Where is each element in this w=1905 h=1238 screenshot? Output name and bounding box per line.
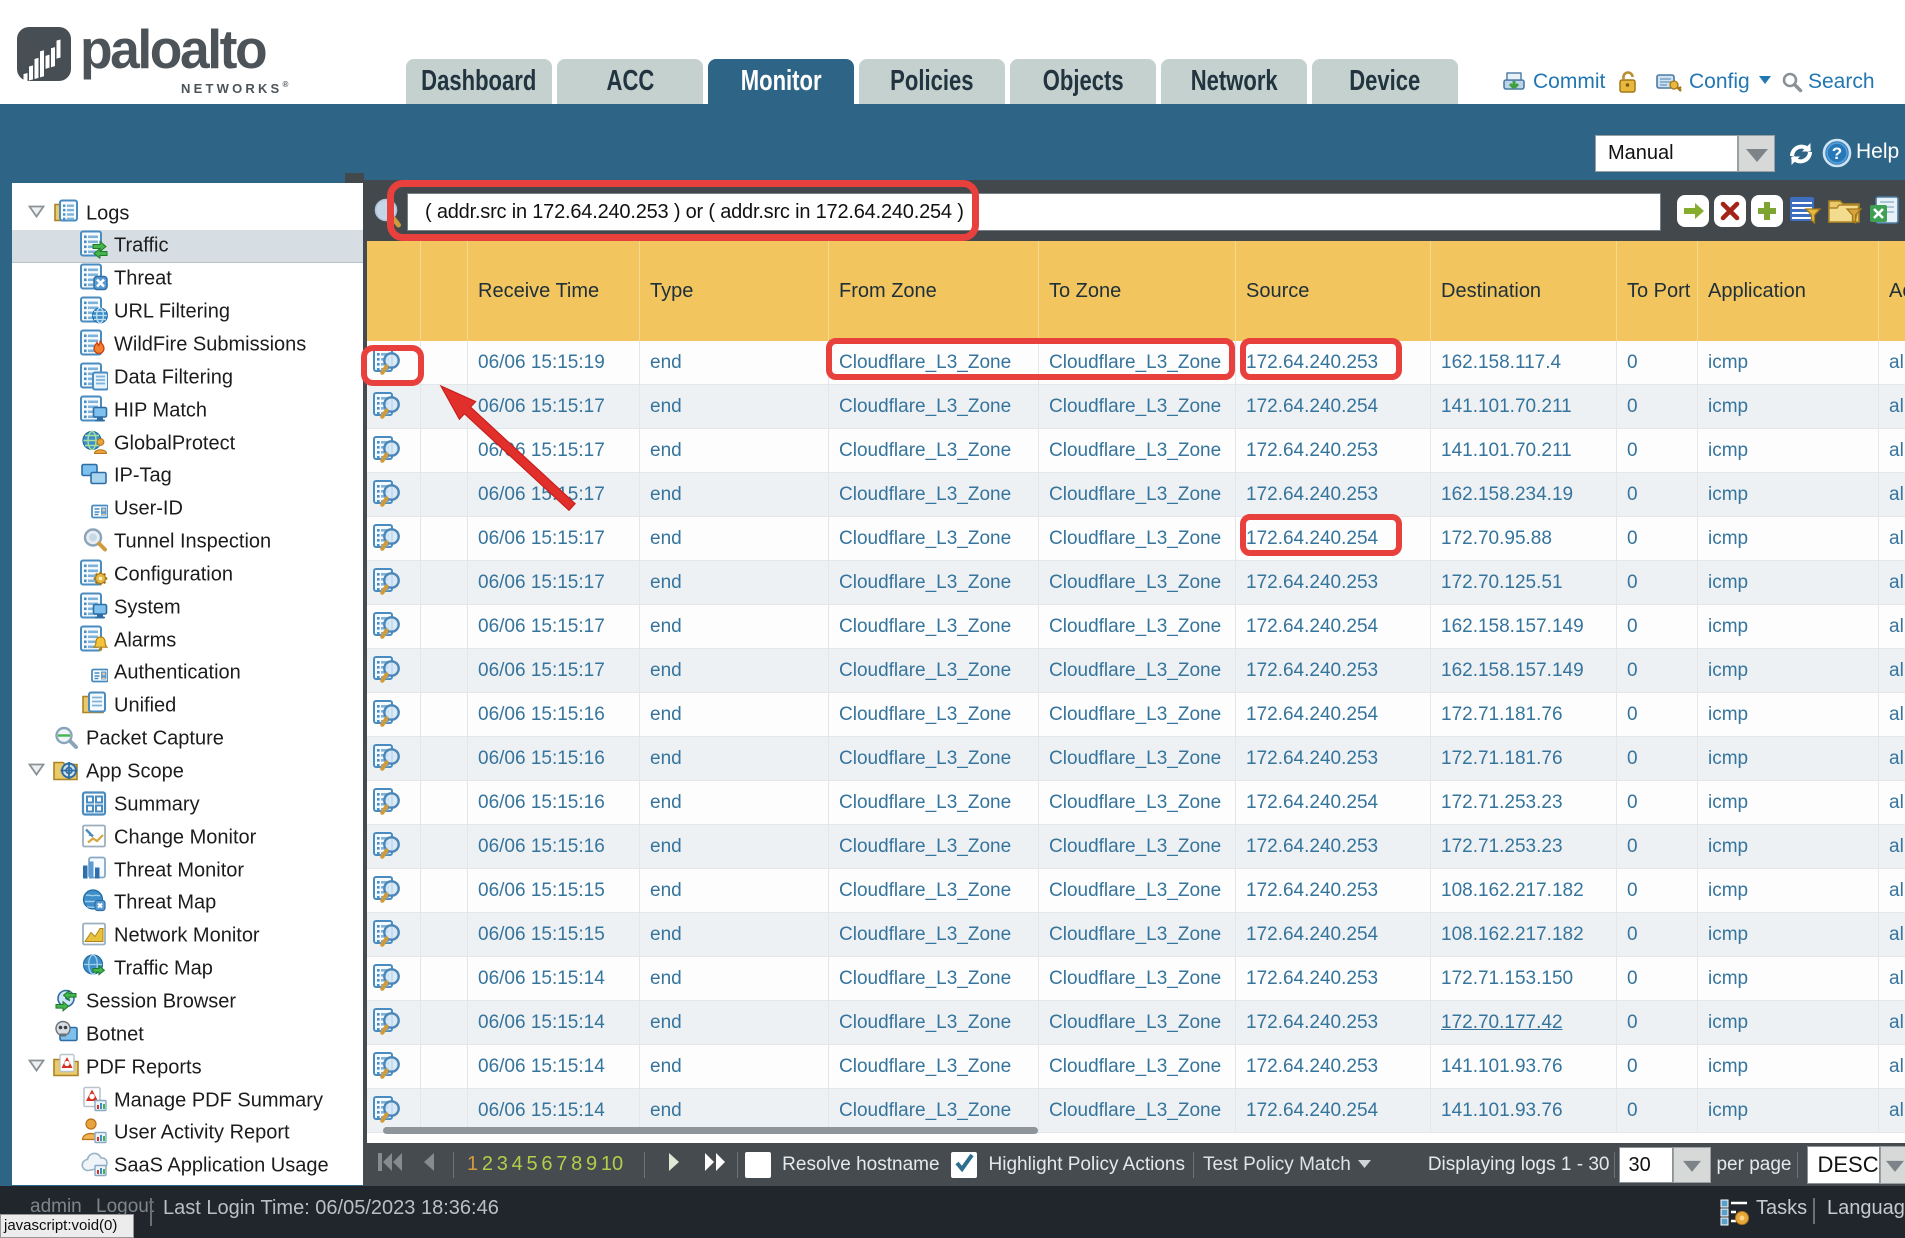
- svg-text:?: ?: [1832, 144, 1842, 163]
